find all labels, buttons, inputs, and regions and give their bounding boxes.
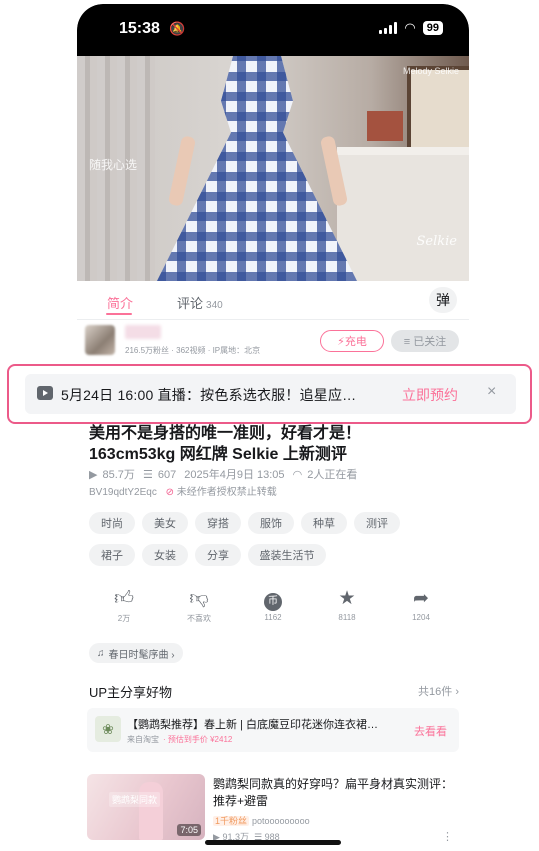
tag-chip[interactable]: 穿搭 xyxy=(195,512,241,534)
dislike-label: 不喜欢 xyxy=(187,614,211,623)
status-time: 15:38 xyxy=(119,20,160,37)
danmaku-icon: ☰ xyxy=(142,469,153,481)
bvid: BV19qdtY2Eqc xyxy=(89,487,157,498)
up-name: potooooooooo xyxy=(252,816,310,826)
wifi-icon: ◠ xyxy=(404,20,416,35)
favorite-button[interactable]: ★ 8118 xyxy=(319,587,375,622)
tag-chip[interactable]: 种草 xyxy=(301,512,347,534)
share-section-title: UP主分享好物 xyxy=(89,685,173,700)
uploader-stats: 216.5万粉丝 · 362视频 · IP属地：北京 xyxy=(125,346,261,355)
bvid-row: BV19qdtY2Eqc ⊘ 未经作者授权禁止转载 xyxy=(89,483,277,498)
left-arm xyxy=(167,135,197,207)
no-repost-icon: ⊘ xyxy=(165,487,174,498)
bgm-chip[interactable]: ♫ 春日时髦序曲 › xyxy=(89,643,183,663)
video-meta: ▶ 85.7万 ☰ 607 2025年4月9日 13:05 ◠ 2人正在看 xyxy=(89,466,362,482)
tag-chip[interactable]: 服饰 xyxy=(248,512,294,534)
close-icon[interactable]: × xyxy=(487,383,496,401)
goods-source: 来自淘宝 xyxy=(127,735,159,744)
live-reservation-banner: 5月24日 16:00 直播：按色系选衣服！追星应… 立即预约 × xyxy=(7,364,532,424)
goods-price: · 预估到手价 ¥2412 xyxy=(163,735,233,744)
bell-off-icon: 🔕 xyxy=(169,21,186,36)
red-box xyxy=(367,111,403,141)
video-watermark-left: 随我心选 xyxy=(89,158,138,172)
tab-comments-count: 340 xyxy=(206,300,223,311)
reserve-now-button[interactable]: 立即预约 xyxy=(402,385,458,405)
uploader-name-blurred[interactable] xyxy=(125,325,161,339)
goods-title: 【鹦鹉梨推荐】春上新 | 白底魔豆印花迷你连衣裙… xyxy=(127,719,378,731)
live-reservation-bar[interactable]: 5月24日 16:00 直播：按色系选衣服！追星应… 立即预约 × xyxy=(25,374,516,414)
battery-icon: 99 xyxy=(422,21,443,35)
share-count: 1204 xyxy=(412,613,430,622)
uploader-row: 216.5万粉丝 · 362视频 · IP属地：北京 ⚡充电 ≡ 已关注 xyxy=(77,319,469,363)
bgm-label: 春日时髦序曲 › xyxy=(108,649,175,661)
more-options-icon[interactable]: ⋮ xyxy=(442,830,453,843)
tag-chip[interactable]: 裙子 xyxy=(89,544,135,566)
phone-screen: 15:38 🔕 ◠ 99 随我心选 Selkie Melody Selkie 简… xyxy=(77,4,469,851)
no-repost-text: 未经作者授权禁止转载 xyxy=(176,487,277,498)
danmaku-count: 607 xyxy=(157,469,177,481)
tag-chip[interactable]: 时尚 xyxy=(89,512,135,534)
cabinet xyxy=(337,147,469,281)
wall-frame xyxy=(407,66,469,160)
coin-icon: 币 xyxy=(264,593,282,611)
tag-chip[interactable]: 女装 xyxy=(142,544,188,566)
share-icon: ➦ xyxy=(413,588,429,609)
video-duration: 7:05 xyxy=(177,824,201,836)
favorite-count: 8118 xyxy=(338,613,356,622)
headphone-icon: ◠ xyxy=(292,469,303,481)
tag-chip[interactable]: 测评 xyxy=(354,512,400,534)
goods-cta-button[interactable]: 去看看 xyxy=(414,723,447,739)
watching-count: 2人正在看 xyxy=(307,469,358,481)
live-reservation-text: 5月24日 16:00 直播：按色系选衣服！追星应… xyxy=(61,387,357,403)
follow-button[interactable]: ≡ 已关注 xyxy=(391,330,459,352)
coin-button[interactable]: 币 1162 xyxy=(245,587,301,622)
live-tv-icon xyxy=(37,386,53,400)
goods-subline: 来自淘宝 · 预估到手价 ¥2412 xyxy=(127,734,232,745)
goods-card[interactable]: ❀ 【鹦鹉梨推荐】春上新 | 白底魔豆印花迷你连衣裙… 来自淘宝 · 预估到手价 … xyxy=(87,708,459,752)
recommended-video[interactable]: 鹦鹉梨同款 7:05 鹦鹉梨同款真的好穿吗？扁平身材真实测评：推荐+避雷 1千粉… xyxy=(87,774,459,844)
like-count: 2万 xyxy=(117,614,131,623)
tag-chip[interactable]: 盛装生活节 xyxy=(248,544,326,566)
thumbs-down-icon: 👎︎ xyxy=(189,588,209,609)
tab-comments-label: 评论 xyxy=(177,296,204,311)
music-icon: ♫ xyxy=(97,647,105,659)
status-bar: 15:38 🔕 ◠ 99 xyxy=(77,4,469,56)
thumbnail-figure xyxy=(139,782,163,840)
view-count: 85.7万 xyxy=(102,469,135,481)
tab-intro[interactable]: 简介 xyxy=(107,293,133,312)
coin-count: 1162 xyxy=(264,613,282,622)
avatar[interactable] xyxy=(85,325,115,355)
like-button[interactable]: 👍︎ 2万 xyxy=(96,587,152,624)
danmaku-toggle-icon[interactable]: 弹 xyxy=(429,287,457,313)
thumbnail-badge: 鹦鹉梨同款 xyxy=(109,792,161,807)
dislike-button[interactable]: 👎︎ 不喜欢 xyxy=(171,587,227,624)
signal-icon xyxy=(379,22,398,34)
charge-button[interactable]: ⚡充电 xyxy=(320,330,384,352)
share-button[interactable]: ➦ 1204 xyxy=(393,587,449,622)
tag-chip[interactable]: 分享 xyxy=(195,544,241,566)
tag-chip[interactable]: 美女 xyxy=(142,512,188,534)
share-section-more[interactable]: 共16件 › xyxy=(418,683,459,699)
video-watermark-top: Melody Selkie xyxy=(402,66,459,76)
tab-bar: 简介 评论 340 弹 xyxy=(77,281,469,320)
recommended-thumbnail: 鹦鹉梨同款 7:05 xyxy=(87,774,205,840)
video-watermark-brand: Selkie xyxy=(416,234,458,249)
share-section-header: UP主分享好物 共16件 › xyxy=(89,682,459,701)
home-indicator[interactable] xyxy=(205,840,341,845)
tab-active-indicator xyxy=(106,313,132,315)
recommended-title: 鹦鹉梨同款真的好穿吗？扁平身材真实测评：推荐+避雷 xyxy=(213,777,454,808)
goods-thumbnail: ❀ xyxy=(95,716,121,742)
action-bar: 👍︎ 2万 👎︎ 不喜欢 币 1162 ★ 8118 ➦ 1204 xyxy=(77,587,469,631)
recommended-up: 1千粉丝 potooooooooo xyxy=(213,814,310,827)
video-title-line2: 163cm53kg 网红牌 Selkie 上新测评 xyxy=(89,446,347,463)
publish-date: 2025年4月9日 13:05 xyxy=(184,469,285,481)
up-fans-tag: 1千粉丝 xyxy=(213,816,250,826)
star-icon: ★ xyxy=(338,588,356,609)
status-indicators: ◠ 99 xyxy=(379,20,443,36)
views-icon: ▶ xyxy=(89,469,98,481)
video-player[interactable]: 随我心选 Selkie Melody Selkie xyxy=(77,56,469,281)
tab-comments[interactable]: 评论 340 xyxy=(177,293,223,312)
thumbs-up-icon: 👍︎ xyxy=(114,588,134,609)
